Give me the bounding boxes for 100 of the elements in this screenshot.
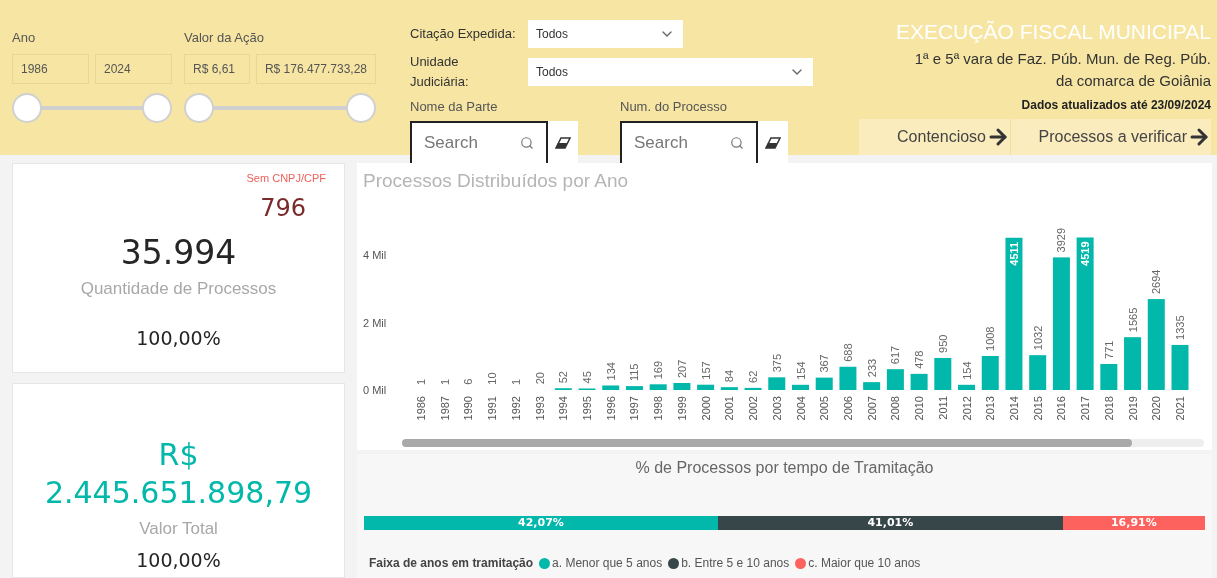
data-label: 950 [936,334,949,353]
report-subtitle: 1ª e 5ª vara de Faz. Púb. Mun. de Reg. Púb. [914,48,1211,69]
axis-tick-label: 2 Mil [363,316,387,329]
data-label: 84 [723,369,736,383]
corner-value: 796 [260,193,306,224]
axis-category-label: 1998 [652,396,665,421]
slider-thumb[interactable] [346,92,376,123]
range-max-field[interactable]: 2024 [95,53,172,84]
filter-label: Num. do Processo [620,98,728,116]
chart-bar [744,387,762,390]
chart-bar [673,383,691,390]
chart-bar [768,377,786,390]
range-min-field[interactable]: 1986 [12,53,89,84]
axis-category-label: 1991 [486,396,499,421]
kpi-value: 35.994 [120,234,237,272]
filter-label: Unidade Judiciária: [410,53,470,91]
axis-category-label: 1994 [557,396,570,421]
axis-category-label: 2005 [818,396,831,421]
legend-label: a. Menor que 5 anos [552,555,663,572]
data-label: 3929 [1055,227,1068,253]
chart-bar [934,357,952,390]
corner-label: Sem CNPJ/CPF [246,171,326,186]
data-label: 52 [557,371,570,384]
slider-thumb[interactable] [184,92,214,123]
axis-category-label: 1999 [675,396,688,421]
axis-category-label: 2008 [889,396,902,421]
data-label: 6 [462,378,475,385]
axis-category-label: 2000 [699,396,712,421]
axis-category-label: 2003 [770,396,783,421]
legend-label: c. Maior que 10 anos [808,555,921,572]
data-label: 478 [913,350,926,369]
filter-label: Citação Expedida: [410,25,517,44]
search-field[interactable]: Search [410,120,548,165]
data-label: 45 [581,371,594,384]
axis-category-label: 1995 [581,396,594,421]
scrollbar[interactable] [402,439,1204,447]
data-label: 157 [699,361,712,380]
chart-bar [602,385,620,390]
search-field[interactable]: Search [620,120,758,165]
filter-label: Valor da Ação [184,29,265,47]
chart-bar [886,369,904,390]
axis-category-label: 2002 [747,396,760,421]
data-label: 154 [960,361,973,380]
axis-category-label: 2020 [1150,396,1163,421]
nav-button[interactable]: Contencioso [859,119,1011,155]
chart-bar [792,384,809,390]
stacked-bar-segment: 41,01% [717,516,1063,530]
report-title: EXECUÇÃO FISCAL MUNICIPAL [895,19,1211,45]
range-max-field[interactable]: R$ 176.477.733,28 [255,53,376,84]
update-date: Dados atualizados até 23/09/2024 [1021,96,1211,114]
chart-bar [958,384,976,390]
dropdown[interactable]: Todos [528,20,683,48]
kpi-caption: Quantidade de Processos [80,278,277,300]
chart-bar [863,382,881,390]
filter-label: Nome da Parte [410,98,499,116]
kpi-percent: 100,00% [136,547,221,573]
search-icon [520,135,534,150]
dropdown[interactable]: Todos [528,57,813,86]
data-label: 169 [652,360,665,380]
slider-thumb[interactable] [142,92,172,123]
axis-category-label: 2019 [1126,396,1139,421]
axis-category-label: 2016 [1055,396,1068,421]
legend-title: Faixa de anos em tramitação [369,555,534,572]
axis-category-label: 2021 [1174,396,1186,421]
axis-category-label: 2017 [1079,396,1092,421]
kpi-caption: Valor Total [139,518,218,540]
data-label: 233 [865,358,878,378]
data-label: 62 [747,370,760,383]
data-label: 367 [818,354,831,373]
slider-thumb[interactable] [12,92,42,123]
data-label: 10 [486,372,499,385]
chart-bar [1029,355,1047,390]
search-icon [730,135,744,150]
data-label: 688 [841,343,854,362]
axis-category-label: 1993 [533,396,546,421]
axis-category-label: 2006 [841,396,854,421]
chart-bar [1171,344,1189,390]
chart-bar [910,373,928,390]
eraser-icon [555,136,571,149]
chart-bar [815,377,833,390]
data-label: 1 [509,378,522,385]
range-slider[interactable] [184,92,376,123]
chart-bar [697,384,715,390]
range-slider[interactable] [12,92,172,123]
data-label: 154 [794,361,807,380]
legend-label: b. Entre 5 e 10 anos [681,555,790,572]
chart-bar [720,387,738,390]
axis-category-label: 1996 [604,396,617,421]
axis-category-label: 1987 [438,396,451,421]
axis-category-label: 1990 [462,396,475,421]
range-min-field[interactable]: R$ 6,61 [184,53,250,84]
data-label: 375 [770,354,783,373]
axis-category-label: 2001 [723,396,736,421]
nav-button[interactable]: Processos a verificar [1011,119,1211,155]
data-label: 1008 [984,326,997,351]
data-label: 4519 [1079,241,1092,266]
data-label: 1335 [1174,315,1186,340]
data-label: 4511 [1007,241,1020,266]
axis-category-label: 2012 [960,396,973,421]
axis-category-label: 1986 [415,396,427,421]
